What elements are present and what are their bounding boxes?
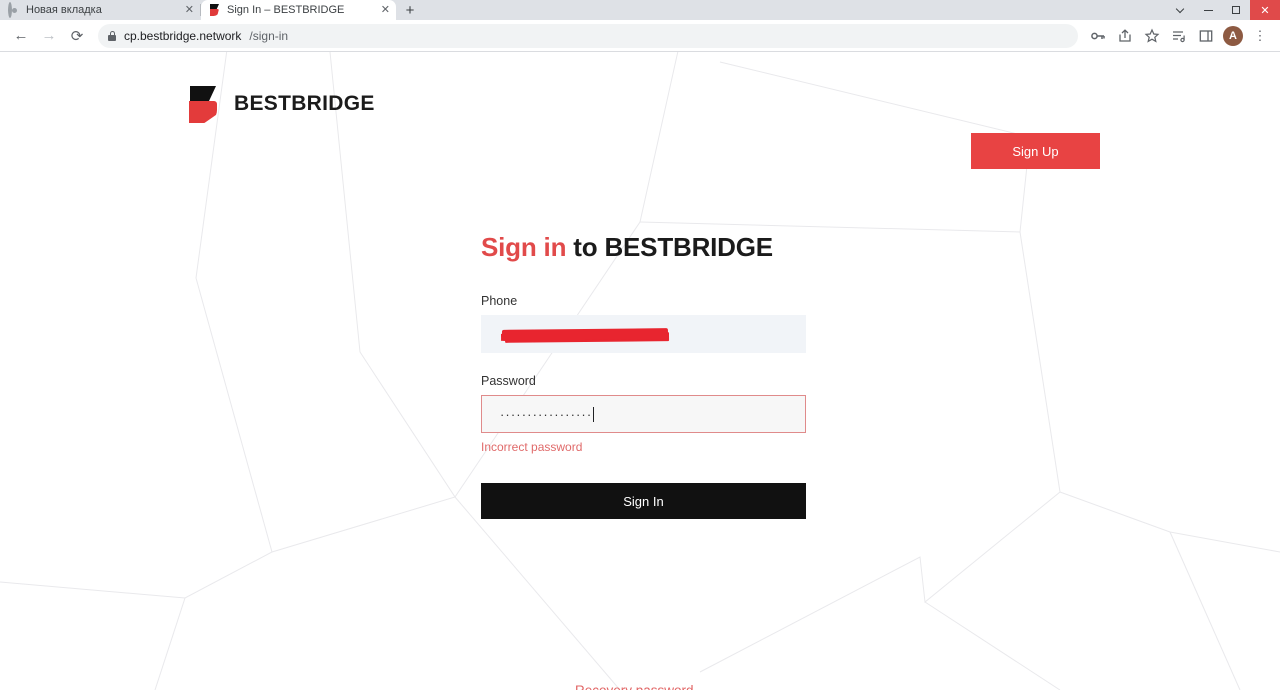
sign-in-button[interactable]: Sign In xyxy=(481,483,806,519)
tab-search-icon[interactable] xyxy=(1166,0,1194,20)
page-title-accent: Sign in xyxy=(481,232,567,262)
url-host: cp.bestbridge.network xyxy=(124,28,242,43)
sign-in-form: Sign in to BESTBRIDGE Phone Password ···… xyxy=(481,232,806,519)
password-error-message: Incorrect password xyxy=(481,440,583,454)
page-title-rest: to BESTBRIDGE xyxy=(566,232,773,262)
avatar-initial: A xyxy=(1223,25,1243,46)
bestbridge-logo-icon xyxy=(209,4,221,16)
tab-title: Sign In – BESTBRIDGE xyxy=(227,4,345,16)
toolbar-icons: A ⋮ xyxy=(1086,24,1272,48)
phone-label: Phone xyxy=(481,294,518,308)
field-spacer xyxy=(481,353,806,374)
new-tab-button[interactable]: + xyxy=(396,0,424,20)
window-controls: ✕ xyxy=(1166,0,1280,20)
address-bar[interactable]: cp.bestbridge.network/sign-in xyxy=(98,23,1078,48)
sign-up-button[interactable]: Sign Up xyxy=(971,133,1100,169)
close-window-button[interactable]: ✕ xyxy=(1250,0,1280,20)
page-title: Sign in to BESTBRIDGE xyxy=(481,232,806,263)
tab-title: Новая вкладка xyxy=(26,4,102,16)
browser-toolbar: ← → ⟳ cp.bestbridge.network/sign-in A ⋮ xyxy=(0,20,1280,52)
forward-icon[interactable]: → xyxy=(36,23,62,49)
star-icon[interactable] xyxy=(1140,24,1164,48)
tab-novaya-vkladka[interactable]: Новая вкладка ✕ xyxy=(0,0,200,20)
bestbridge-logo-icon xyxy=(186,84,224,124)
back-icon[interactable]: ← xyxy=(8,23,34,49)
side-panel-icon[interactable] xyxy=(1194,24,1218,48)
share-icon[interactable] xyxy=(1113,24,1137,48)
minimize-button[interactable] xyxy=(1194,0,1222,20)
password-input[interactable]: ················· xyxy=(481,395,806,433)
text-cursor xyxy=(593,406,595,422)
browser-menu-icon[interactable]: ⋮ xyxy=(1248,24,1272,48)
page-header: BESTBRIDGE Sign Up xyxy=(0,79,1280,169)
tab-strip-spacer xyxy=(424,0,1166,20)
reload-icon[interactable]: ⟳ xyxy=(64,23,90,49)
phone-input[interactable] xyxy=(481,315,806,353)
tab-strip: Новая вкладка ✕ Sign In – BESTBRIDGE ✕ +… xyxy=(0,0,1280,20)
reading-list-icon[interactable] xyxy=(1167,24,1191,48)
avatar[interactable]: A xyxy=(1221,24,1245,48)
password-label: Password xyxy=(481,374,536,388)
lock-icon xyxy=(108,30,116,41)
key-icon[interactable] xyxy=(1086,24,1110,48)
page-content: BESTBRIDGE Sign Up Sign in to BESTBRIDGE… xyxy=(0,52,1280,690)
logo-text: BESTBRIDGE xyxy=(234,92,375,115)
redaction-mark xyxy=(501,327,669,341)
browser-window: Новая вкладка ✕ Sign In – BESTBRIDGE ✕ +… xyxy=(0,0,1280,691)
chrome-icon xyxy=(8,2,20,18)
tab-close-icon[interactable]: ✕ xyxy=(185,4,194,16)
bestbridge-logo[interactable]: BESTBRIDGE xyxy=(186,84,375,124)
password-masked-value: ················· xyxy=(500,406,593,422)
recovery-password-link[interactable]: Recovery password xyxy=(575,683,694,690)
url-path: /sign-in xyxy=(249,28,289,43)
tab-close-icon[interactable]: ✕ xyxy=(381,4,390,16)
maximize-button[interactable] xyxy=(1222,0,1250,20)
tab-sign-in-bestbridge[interactable]: Sign In – BESTBRIDGE ✕ xyxy=(201,0,396,20)
